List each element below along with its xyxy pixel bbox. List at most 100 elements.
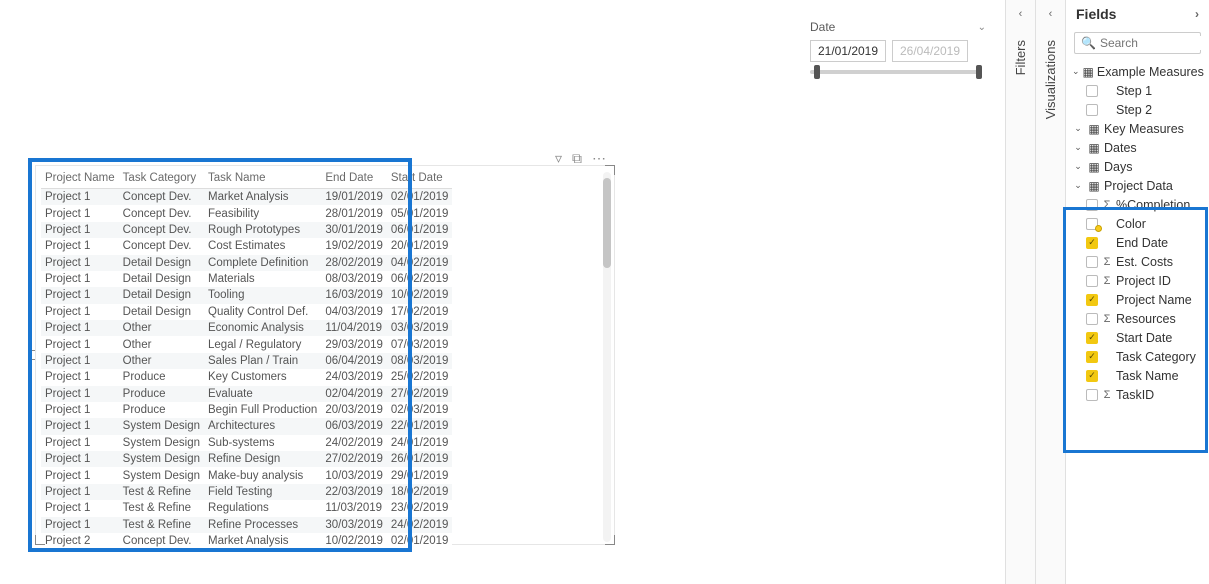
visual-resize-handle-bl[interactable] bbox=[35, 535, 45, 545]
table-cell: 22/01/2019 bbox=[387, 418, 453, 434]
field-checkbox[interactable] bbox=[1086, 256, 1098, 268]
field-step-2[interactable]: Step 2 bbox=[1070, 100, 1205, 119]
table-header-cell[interactable]: End Date bbox=[321, 166, 387, 189]
field--completion[interactable]: Σ%Completion bbox=[1070, 195, 1205, 214]
field-checkbox[interactable] bbox=[1086, 275, 1098, 287]
table-cell: Concept Dev. bbox=[119, 222, 204, 238]
table-cell: 28/02/2019 bbox=[321, 255, 387, 271]
fields-search-input[interactable] bbox=[1100, 36, 1209, 50]
table-row[interactable]: Project 1ProduceKey Customers24/03/20192… bbox=[41, 369, 452, 385]
date-slicer[interactable]: Date ⌄ 21/01/2019 26/04/2019 bbox=[810, 20, 980, 74]
table-cell: 25/02/2019 bbox=[387, 369, 453, 385]
table-cell: System Design bbox=[119, 435, 204, 451]
visualizations-pane-collapsed[interactable]: ‹ Visualizations bbox=[1035, 0, 1065, 584]
table-row[interactable]: Project 1Test & RefineField Testing22/03… bbox=[41, 484, 452, 500]
table-cell: Project 1 bbox=[41, 467, 119, 483]
field-table-key-measures[interactable]: ⌄▦Key Measures bbox=[1070, 119, 1205, 138]
table-header-cell[interactable]: Start Date bbox=[387, 166, 453, 189]
table-scrollbar-thumb[interactable] bbox=[603, 178, 611, 268]
table-row[interactable]: Project 1System DesignArchitectures06/03… bbox=[41, 418, 452, 434]
chevron-down-icon[interactable]: ⌄ bbox=[978, 22, 986, 33]
table-cell: 10/02/2019 bbox=[387, 287, 453, 303]
table-cell: Produce bbox=[119, 402, 204, 418]
field-checkbox[interactable] bbox=[1086, 104, 1098, 116]
table-header-cell[interactable]: Task Name bbox=[204, 166, 321, 189]
table-row[interactable]: Project 1Test & RefineRefine Processes30… bbox=[41, 517, 452, 533]
table-row[interactable]: Project 1ProduceEvaluate02/04/201927/02/… bbox=[41, 386, 452, 402]
table-row[interactable]: Project 2Concept Dev.Market Analysis10/0… bbox=[41, 533, 452, 549]
field-checkbox[interactable] bbox=[1086, 85, 1098, 97]
fields-search[interactable]: 🔍 bbox=[1074, 32, 1201, 54]
table-header-cell[interactable]: Project Name bbox=[41, 166, 119, 189]
table-cell: Project 1 bbox=[41, 435, 119, 451]
date-slider-thumb-end[interactable] bbox=[976, 65, 982, 79]
table-cell: 19/01/2019 bbox=[321, 189, 387, 206]
table-cell: 20/03/2019 bbox=[321, 402, 387, 418]
table-row[interactable]: Project 1OtherEconomic Analysis11/04/201… bbox=[41, 320, 452, 336]
table-scrollbar[interactable] bbox=[603, 172, 611, 542]
table-cell: Other bbox=[119, 353, 204, 369]
date-slider-thumb-start[interactable] bbox=[814, 65, 820, 79]
field-table-dates[interactable]: ⌄▦Dates bbox=[1070, 138, 1205, 157]
table-row[interactable]: Project 1Detail DesignQuality Control De… bbox=[41, 304, 452, 320]
field-est-costs[interactable]: ΣEst. Costs bbox=[1070, 252, 1205, 271]
table-visual[interactable]: Project NameTask CategoryTask NameEnd Da… bbox=[35, 165, 615, 545]
field-checkbox[interactable]: ✓ bbox=[1086, 370, 1098, 382]
table-cell: 24/03/2019 bbox=[321, 369, 387, 385]
table-row[interactable]: Project 1Detail DesignTooling16/03/20191… bbox=[41, 287, 452, 303]
table-row[interactable]: Project 1OtherLegal / Regulatory29/03/20… bbox=[41, 336, 452, 352]
table-cell: 02/01/2019 bbox=[387, 533, 453, 549]
table-row[interactable]: Project 1Detail DesignComplete Definitio… bbox=[41, 255, 452, 271]
table-cell: Project 1 bbox=[41, 336, 119, 352]
table-row[interactable]: Project 1Test & RefineRegulations11/03/2… bbox=[41, 500, 452, 516]
field-checkbox[interactable] bbox=[1086, 199, 1098, 211]
table-row[interactable]: Project 1Concept Dev.Feasibility28/01/20… bbox=[41, 205, 452, 221]
field-color[interactable]: Color bbox=[1070, 214, 1205, 233]
field-start-date[interactable]: ✓Start Date bbox=[1070, 328, 1205, 347]
field-checkbox[interactable] bbox=[1086, 389, 1098, 401]
field-project-id[interactable]: ΣProject ID bbox=[1070, 271, 1205, 290]
table-row[interactable]: Project 1Concept Dev.Rough Prototypes30/… bbox=[41, 222, 452, 238]
field-task-category[interactable]: ✓Task Category bbox=[1070, 347, 1205, 366]
chevron-right-icon[interactable]: › bbox=[1195, 7, 1199, 21]
table-cell: Produce bbox=[119, 369, 204, 385]
field-table-example-measures[interactable]: ⌄▦Example Measures bbox=[1070, 62, 1205, 81]
date-slider[interactable] bbox=[810, 70, 980, 74]
field-checkbox[interactable]: ✓ bbox=[1086, 294, 1098, 306]
field-table-days[interactable]: ⌄▦Days bbox=[1070, 157, 1205, 176]
table-cell: Other bbox=[119, 320, 204, 336]
table-row[interactable]: Project 1Detail DesignMaterials08/03/201… bbox=[41, 271, 452, 287]
chevron-left-icon[interactable]: ‹ bbox=[1019, 8, 1023, 20]
table-cell: Project 1 bbox=[41, 222, 119, 238]
table-cell: Project 1 bbox=[41, 189, 119, 206]
date-start-input[interactable]: 21/01/2019 bbox=[810, 40, 886, 62]
table-header-cell[interactable]: Task Category bbox=[119, 166, 204, 189]
table-cell: Rough Prototypes bbox=[204, 222, 321, 238]
date-end-input[interactable]: 26/04/2019 bbox=[892, 40, 968, 62]
table-row[interactable]: Project 1System DesignMake-buy analysis1… bbox=[41, 467, 452, 483]
filters-pane-collapsed[interactable]: ‹ Filters bbox=[1005, 0, 1035, 584]
table-row[interactable]: Project 1System DesignRefine Design27/02… bbox=[41, 451, 452, 467]
chevron-left-icon[interactable]: ‹ bbox=[1049, 8, 1053, 20]
field-checkbox[interactable] bbox=[1086, 313, 1098, 325]
data-table[interactable]: Project NameTask CategoryTask NameEnd Da… bbox=[41, 166, 452, 549]
field-taskid[interactable]: ΣTaskID bbox=[1070, 385, 1205, 404]
field-checkbox[interactable]: ✓ bbox=[1086, 332, 1098, 344]
table-cell: 06/01/2019 bbox=[387, 222, 453, 238]
field-resources[interactable]: ΣResources bbox=[1070, 309, 1205, 328]
table-cell: Test & Refine bbox=[119, 484, 204, 500]
field-step-1[interactable]: Step 1 bbox=[1070, 81, 1205, 100]
table-row[interactable]: Project 1Concept Dev.Cost Estimates19/02… bbox=[41, 238, 452, 254]
field-task-name[interactable]: ✓Task Name bbox=[1070, 366, 1205, 385]
table-row[interactable]: Project 1System DesignSub-systems24/02/2… bbox=[41, 435, 452, 451]
field-end-date[interactable]: ✓End Date bbox=[1070, 233, 1205, 252]
field-project-name[interactable]: ✓Project Name bbox=[1070, 290, 1205, 309]
field-table-project-data[interactable]: ⌄▦Project Data bbox=[1070, 176, 1205, 195]
table-row[interactable]: Project 1ProduceBegin Full Production20/… bbox=[41, 402, 452, 418]
field-checkbox[interactable]: ✓ bbox=[1086, 237, 1098, 249]
field-checkbox[interactable]: ✓ bbox=[1086, 351, 1098, 363]
table-row[interactable]: Project 1Concept Dev.Market Analysis19/0… bbox=[41, 189, 452, 206]
search-icon: 🔍 bbox=[1081, 36, 1096, 50]
table-row[interactable]: Project 1OtherSales Plan / Train06/04/20… bbox=[41, 353, 452, 369]
table-cell: 08/03/2019 bbox=[387, 353, 453, 369]
